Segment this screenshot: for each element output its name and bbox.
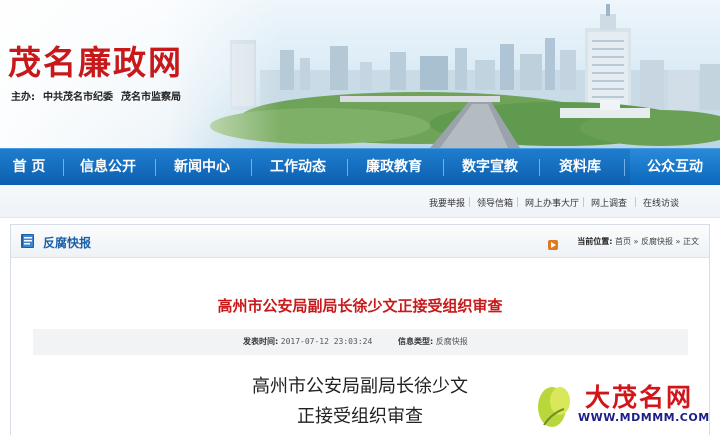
breadcrumb-separator: »	[675, 237, 681, 246]
subnav-item-report[interactable]: 我要举报	[429, 196, 465, 209]
sponsor-2: 茂名市监察局	[121, 92, 181, 103]
subnav-item-online-service-hall[interactable]: 网上办事大厅	[525, 196, 579, 209]
subnav-item-leader-mailbox[interactable]: 领导信箱	[477, 196, 513, 209]
nav-separator	[539, 159, 540, 176]
breadcrumb-home-link[interactable]: 首页	[615, 237, 631, 246]
nav-item-library[interactable]: 资料库	[544, 149, 616, 186]
nav-item-info-public[interactable]: 信息公开	[68, 149, 148, 186]
nav-item-news-center[interactable]: 新闻中心	[160, 149, 244, 186]
nav-item-digital-education[interactable]: 数字宣教	[448, 149, 532, 186]
sponsor-1: 中共茂名市纪委	[43, 92, 113, 103]
main-nav: 首 页 信息公开 新闻中心 工作动态 廉政教育 数字宣教 资料库 公众互动	[0, 148, 720, 186]
site-logo-title[interactable]: 茂名廉政网	[8, 36, 183, 84]
breadcrumb-separator: »	[633, 237, 639, 246]
subnav-item-online-interview[interactable]: 在线访谈	[643, 196, 679, 209]
nav-separator	[63, 159, 64, 176]
watermark-text: 大茂名网	[585, 383, 694, 412]
breadcrumb-label: 当前位置:	[577, 237, 613, 246]
panel-header: 反腐快报 当前位置: 首页 » 反腐快报 » 正文	[11, 225, 709, 258]
nav-separator	[251, 159, 252, 176]
breadcrumb: 当前位置: 首页 » 反腐快报 » 正文	[577, 236, 699, 247]
nav-item-integrity-education[interactable]: 廉政教育	[352, 149, 436, 186]
location-icon	[548, 235, 558, 254]
header-banner: 茂名廉政网 主办: 中共茂名市纪委 茂名市监察局	[0, 0, 720, 148]
book-icon	[20, 233, 36, 253]
breadcrumb-section-link[interactable]: 反腐快报	[641, 237, 673, 246]
breadcrumb-current: 正文	[683, 237, 699, 246]
panel-title[interactable]: 反腐快报	[43, 234, 91, 251]
category-value: 反腐快报	[435, 337, 468, 346]
article-meta: 发表时间: 2017-07-12 23:03:24 信息类型: 反腐快报	[33, 329, 688, 355]
nav-item-public-interaction[interactable]: 公众互动	[630, 149, 720, 186]
sponsor-label: 主办:	[11, 92, 35, 103]
subnav-item-online-survey[interactable]: 网上调查	[591, 196, 627, 209]
category-label: 信息类型:	[398, 337, 434, 346]
site-sponsor: 主办: 中共茂名市纪委 茂名市监察局	[11, 88, 189, 103]
nav-separator	[155, 159, 156, 176]
nav-separator	[347, 159, 348, 176]
watermark-url: WWW.MDMMM.COM	[578, 411, 710, 424]
nav-item-home[interactable]: 首 页	[0, 149, 58, 186]
nav-separator	[624, 159, 625, 176]
article-title: 高州市公安局副局长徐少文正接受组织审查	[217, 297, 503, 315]
nav-item-work-updates[interactable]: 工作动态	[256, 149, 340, 186]
publish-time-label: 发表时间:	[243, 337, 279, 346]
sub-nav: 我要举报 领导信箱 网上办事大厅 网上调查 在线访谈	[0, 185, 720, 218]
nav-separator	[443, 159, 444, 176]
publish-time: 2017-07-12 23:03:24	[280, 337, 373, 346]
